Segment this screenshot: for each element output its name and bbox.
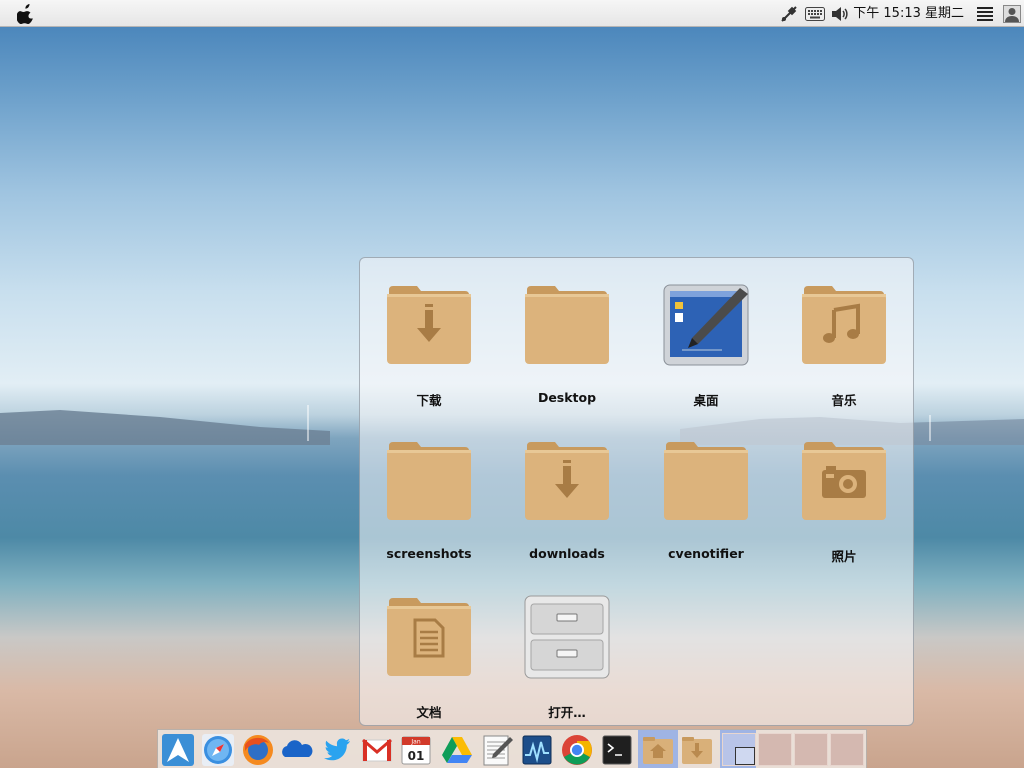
folder-label: 照片 (831, 549, 857, 564)
keyboard-icon[interactable] (803, 0, 827, 27)
workspace-1[interactable] (722, 733, 756, 766)
chrome-icon[interactable] (560, 733, 594, 767)
folder-item-desktop[interactable]: Desktop (498, 258, 636, 408)
folder-item-文档[interactable]: 文档 (360, 570, 498, 720)
text-editor-icon[interactable] (480, 733, 514, 767)
folder-label: Desktop (537, 390, 597, 405)
user-icon[interactable] (1001, 0, 1023, 27)
dock: Jan 01 (157, 729, 867, 768)
folder-document-icon (387, 598, 471, 676)
downloads-folder-icon[interactable] (680, 733, 714, 767)
folder-label: 下载 (416, 393, 442, 408)
folder-item-桌面[interactable]: 桌面 (637, 258, 775, 408)
open-label: 打开… (548, 705, 586, 720)
gmail-icon[interactable] (360, 733, 394, 767)
arch-linux-icon[interactable] (161, 733, 195, 767)
folder-icon (664, 442, 748, 520)
workspace-window-thumb (735, 747, 755, 765)
folder-item-cvenotifier[interactable]: cvenotifier (637, 414, 775, 564)
svg-text:01: 01 (408, 749, 425, 763)
folder-item-下载[interactable]: 下载 (360, 258, 498, 408)
folder-music-icon (802, 286, 886, 364)
network-icon[interactable] (778, 0, 800, 27)
folder-download-icon (387, 286, 471, 364)
folder-icon (525, 286, 609, 364)
home-folder-icon[interactable] (641, 733, 675, 767)
safari-icon[interactable] (201, 733, 235, 767)
workspace-4[interactable] (830, 733, 864, 766)
folder-label: downloads (529, 546, 605, 561)
folder-label: 桌面 (693, 393, 719, 408)
folder-label: screenshots (386, 546, 472, 561)
twitter-icon[interactable] (320, 733, 354, 767)
folder-label: 文档 (416, 705, 442, 720)
workspace-3[interactable] (794, 733, 828, 766)
folder-item-downloads[interactable]: downloads (498, 414, 636, 564)
calendar-icon[interactable]: Jan 01 (399, 733, 433, 767)
folder-download-icon (525, 442, 609, 520)
file-cabinet-icon (524, 595, 610, 679)
volume-icon[interactable] (829, 0, 851, 27)
google-drive-icon[interactable] (440, 733, 474, 767)
top-panel: 下午 15:13 星期二 (0, 0, 1024, 27)
folder-item-音乐[interactable]: 音乐 (775, 258, 913, 408)
open-folder-item[interactable]: 打开… (498, 570, 636, 720)
folder-item-screenshots[interactable]: screenshots (360, 414, 498, 564)
folder-label: 音乐 (831, 393, 857, 408)
clock[interactable]: 下午 15:13 星期二 (853, 0, 964, 27)
system-monitor-icon[interactable] (520, 733, 554, 767)
workspace-2[interactable] (758, 733, 792, 766)
apple-menu-icon[interactable] (14, 0, 38, 27)
terminal-icon[interactable] (600, 733, 634, 767)
folder-item-照片[interactable]: 照片 (775, 414, 913, 564)
folder-icon (387, 442, 471, 520)
folder-stack-popup: 下载 Desktop 桌面 音乐 screenshots downloads c… (359, 257, 914, 726)
svg-text:Jan: Jan (410, 739, 420, 746)
menu-icon[interactable] (975, 0, 995, 27)
onedrive-icon[interactable] (280, 733, 314, 767)
desktop-icon (663, 284, 749, 366)
firefox-icon[interactable] (241, 733, 275, 767)
folder-label: cvenotifier (668, 546, 744, 561)
folder-camera-icon (802, 442, 886, 520)
